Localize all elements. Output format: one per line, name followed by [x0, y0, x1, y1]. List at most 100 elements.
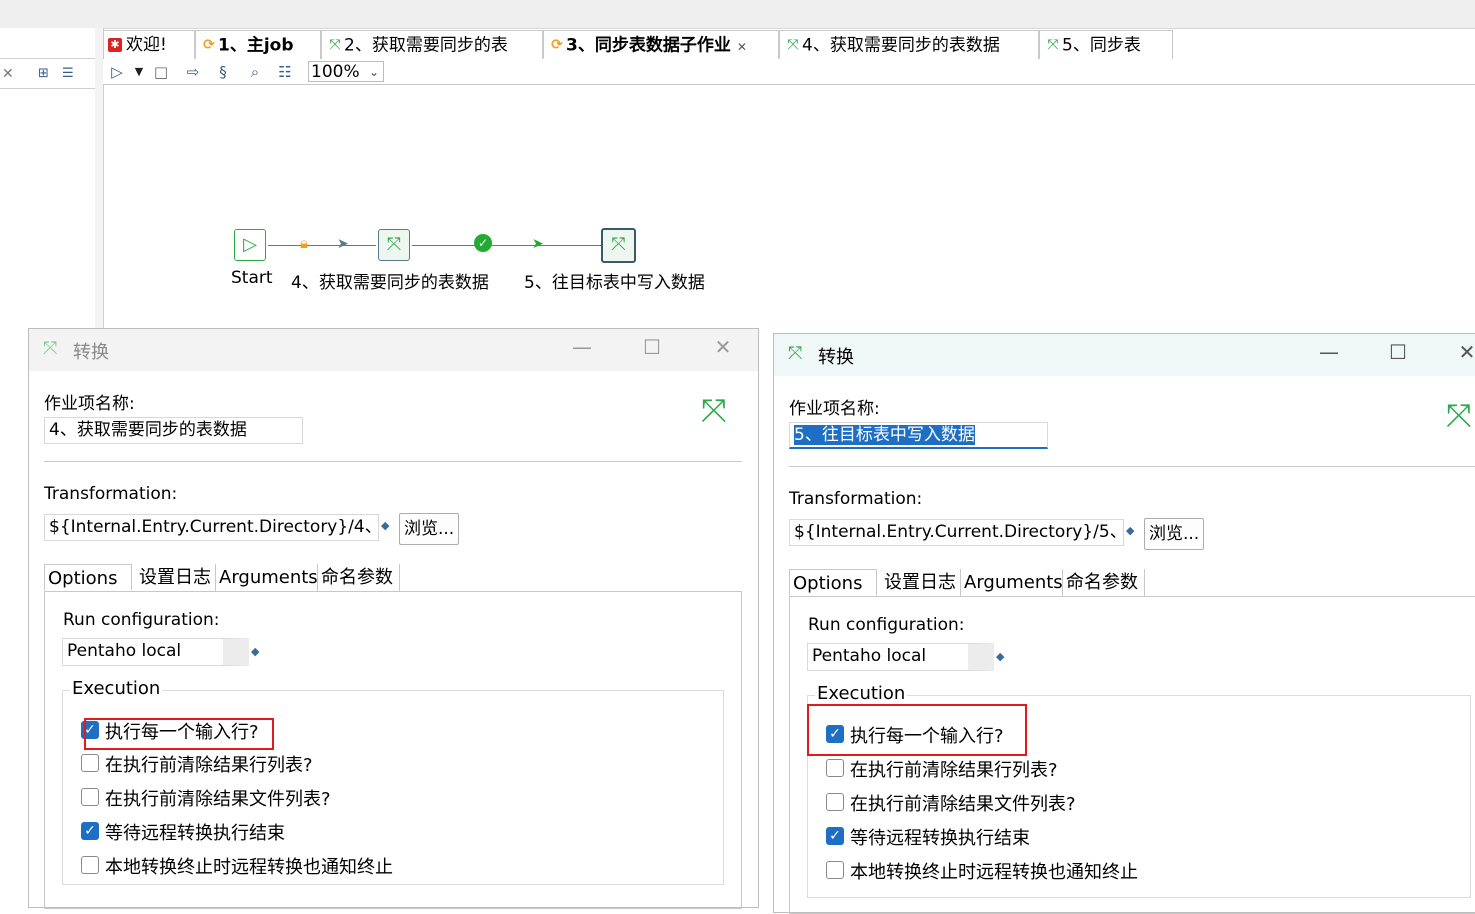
- sql-icon[interactable]: §: [213, 62, 233, 82]
- tab-sync-table[interactable]: ⤧ 5、同步表: [1039, 30, 1173, 59]
- job-entry-name-label: 作业项名称:: [789, 399, 880, 419]
- options-tab-strip: Options 设置日志 Arguments 命名参数: [44, 564, 742, 592]
- options-tab-body: Run configuration: Pentaho local ◆ Execu…: [44, 591, 742, 909]
- arrow-icon: ➤: [532, 236, 544, 252]
- start-node-label: Start: [231, 268, 273, 288]
- job-icon: ⟳: [551, 37, 563, 53]
- tab-label: 3、同步表数据子作业: [566, 35, 731, 56]
- hop-4-to-5[interactable]: [412, 245, 601, 246]
- checkbox-clear-rows[interactable]: [81, 754, 99, 772]
- tab-options[interactable]: Options: [789, 569, 877, 596]
- transformation-node-4[interactable]: ⤧: [378, 229, 410, 261]
- job-entry-name-input[interactable]: 4、获取需要同步的表数据: [44, 417, 303, 444]
- tab-options[interactable]: Options: [44, 564, 132, 591]
- tree-expand-icon[interactable]: ⊞: [38, 66, 49, 81]
- arrow-icon: ➤: [337, 236, 349, 252]
- divider: [44, 461, 742, 462]
- tab-arguments[interactable]: Arguments: [961, 569, 1063, 596]
- checkbox-clear-rows-label: 在执行前清除结果行列表?: [105, 755, 313, 776]
- run-icon[interactable]: ▷: [107, 62, 127, 82]
- checkbox-follow-abort[interactable]: [826, 861, 844, 879]
- replay-icon[interactable]: ⇨: [183, 62, 203, 82]
- transformation-icon: ⤧: [701, 391, 727, 429]
- transformation-node-5[interactable]: ⤧: [601, 228, 636, 263]
- checkbox-clear-rows-label: 在执行前清除结果行列表?: [850, 760, 1058, 781]
- checkbox-clear-rows[interactable]: [826, 759, 844, 777]
- variable-icon: ◆: [381, 519, 390, 532]
- chevron-down-icon: ⌄: [368, 65, 379, 79]
- tab-welcome[interactable]: ✱ 欢迎!: [103, 30, 195, 59]
- close-icon[interactable]: ✕: [737, 40, 747, 54]
- run-config-select[interactable]: Pentaho local: [807, 643, 994, 671]
- checkbox-clear-files[interactable]: [81, 788, 99, 806]
- transformation-dialog-right: ⤧ 转换 — ☐ ✕ 作业项名称: 5、往目标表中写入数据 ⤧ Transfor…: [773, 333, 1475, 914]
- transformation-path-input[interactable]: ${Internal.Entry.Current.Directory}/4、: [44, 514, 379, 541]
- tab-label: 2、获取需要同步的表: [344, 35, 508, 56]
- variable-icon: ◆: [996, 650, 1005, 663]
- run-config-label: Run configuration:: [808, 615, 965, 635]
- minimize-icon[interactable]: —: [567, 335, 597, 359]
- welcome-icon: ✱: [108, 38, 122, 52]
- tab-get-table-data[interactable]: ⤧ 4、获取需要同步的表数据: [779, 30, 1039, 59]
- start-node[interactable]: ▷: [234, 229, 266, 261]
- explore-db-icon[interactable]: ⌕: [245, 62, 265, 82]
- options-tab-body: Run configuration: Pentaho local ◆ Execu…: [789, 596, 1475, 914]
- checkbox-wait-remote-label: 等待远程转换执行结束: [850, 828, 1030, 849]
- transformation-icon: ⤧: [43, 338, 58, 359]
- checkbox-wait-remote[interactable]: ✓: [81, 822, 99, 840]
- job-entry-name-selected-text: 5、往目标表中写入数据: [794, 425, 975, 445]
- align-icon[interactable]: ☷: [275, 62, 295, 82]
- tab-sync-subjob[interactable]: ⟳ 3、同步表数据子作业 ✕: [543, 30, 779, 59]
- divider: [789, 466, 1475, 467]
- transformation-path-input[interactable]: ${Internal.Entry.Current.Directory}/5、: [789, 519, 1124, 546]
- canvas-toolbar: ▷ ▼ □ ⇨ § ⌕ ☷ 100% ⌄: [103, 60, 1475, 85]
- tab-named-params[interactable]: 命名参数: [318, 564, 400, 591]
- close-icon[interactable]: ✕: [708, 335, 738, 359]
- transformation-icon: ⤧: [386, 234, 402, 255]
- close-icon[interactable]: ✕: [2, 66, 14, 82]
- tab-logging[interactable]: 设置日志: [881, 569, 961, 596]
- tab-main-job[interactable]: ⟳ 1、主job: [195, 30, 321, 59]
- tab-label: 欢迎!: [126, 35, 167, 55]
- checkbox-follow-abort[interactable]: [81, 856, 99, 874]
- tab-named-params[interactable]: 命名参数: [1063, 569, 1145, 596]
- tab-arguments[interactable]: Arguments: [216, 564, 318, 591]
- checkbox-clear-files-label: 在执行前清除结果文件列表?: [105, 789, 331, 810]
- maximize-icon[interactable]: ☐: [1383, 340, 1413, 364]
- execution-group-label: Execution: [70, 678, 163, 699]
- transformation-dialog-left: ⤧ 转换 — ☐ ✕ 作业项名称: 4、获取需要同步的表数据 ⤧ Transfo…: [28, 328, 759, 909]
- dialog-titlebar: ⤧ 转换 — ☐ ✕: [774, 334, 1475, 376]
- highlight-box: [84, 718, 274, 750]
- zoom-value: 100%: [311, 62, 360, 82]
- run-dropdown-icon[interactable]: ▼: [129, 62, 149, 82]
- tree-collapse-icon[interactable]: ☰: [62, 66, 74, 81]
- variable-icon: ◆: [251, 645, 260, 658]
- zoom-select[interactable]: 100% ⌄: [308, 61, 384, 82]
- close-icon[interactable]: ✕: [1452, 340, 1475, 364]
- minimize-icon[interactable]: —: [1314, 340, 1344, 364]
- hop-start-to-4[interactable]: [268, 245, 376, 246]
- job-entry-name-input[interactable]: 5、往目标表中写入数据: [789, 422, 1048, 449]
- browse-button[interactable]: 浏览...: [1144, 518, 1205, 550]
- checkbox-wait-remote[interactable]: ✓: [826, 827, 844, 845]
- tab-logging[interactable]: 设置日志: [136, 564, 216, 591]
- success-icon: ✓: [474, 234, 492, 252]
- checkbox-clear-files[interactable]: [826, 793, 844, 811]
- checkbox-follow-abort-label: 本地转换终止时远程转换也通知终止: [850, 862, 1138, 883]
- transformation-path-label: Transformation:: [44, 484, 178, 504]
- editor-tab-bar: ✱ 欢迎! ⟳ 1、主job ⤧ 2、获取需要同步的表 ⟳ 3、同步表数据子作业 ✕ ⤧ 4…: [103, 30, 1475, 61]
- tab-get-tables[interactable]: ⤧ 2、获取需要同步的表: [321, 30, 543, 59]
- browse-button[interactable]: 浏览...: [399, 513, 460, 545]
- dialog-titlebar: ⤧ 转换 — ☐ ✕: [29, 329, 758, 371]
- transformation-icon: ⤧: [329, 37, 341, 53]
- transformation-icon: ⤧: [788, 343, 803, 364]
- tab-label: 5、同步表: [1062, 35, 1141, 56]
- run-config-select[interactable]: Pentaho local: [62, 638, 249, 666]
- transformation-node-4-label: 4、获取需要同步的表数据: [291, 273, 489, 293]
- tab-label: 1、主job: [218, 35, 294, 56]
- maximize-icon[interactable]: ☐: [637, 335, 667, 359]
- lock-icon: 🔒︎: [300, 234, 308, 252]
- window-top-strip: [0, 0, 1475, 29]
- left-panel-divider: [0, 88, 95, 89]
- stop-icon[interactable]: □: [151, 62, 171, 82]
